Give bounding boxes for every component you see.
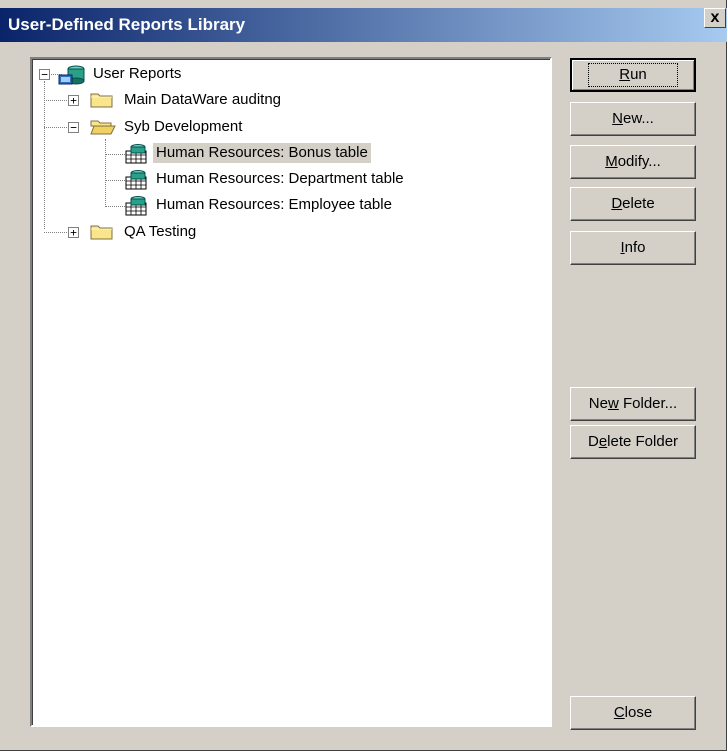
folder-closed-icon — [90, 91, 114, 113]
run-button[interactable]: Run — [570, 58, 696, 92]
tree-label: Syb Development — [124, 118, 243, 135]
delete-folder-button[interactable]: Delete Folder — [570, 425, 696, 459]
close-window-button[interactable]: x — [704, 8, 726, 28]
tree-label: QA Testing — [124, 223, 197, 240]
new-folder-button[interactable]: New Folder... — [570, 387, 696, 421]
delete-button[interactable]: Delete — [570, 187, 696, 221]
title-bar[interactable]: User-Defined Reports Library — [0, 8, 727, 42]
new-button[interactable]: New... — [570, 102, 696, 136]
tree-node-department-table[interactable]: Human Resources: Department table — [32, 169, 482, 190]
tree-label: Human Resources: Employee table — [156, 196, 392, 213]
report-icon — [124, 143, 150, 169]
reports-library-dialog: User-Defined Reports Library x − User Re… — [0, 0, 727, 751]
expand-icon[interactable]: + — [68, 95, 79, 106]
close-icon: x — [710, 9, 720, 26]
tree-label: Human Resources: Bonus table — [153, 143, 371, 163]
report-icon — [124, 169, 150, 195]
expand-icon[interactable]: + — [68, 227, 79, 238]
tree-node-qa-testing[interactable]: + QA Testing — [32, 222, 352, 242]
tree-node-main-dataware[interactable]: + Main DataWare auditng — [32, 90, 352, 110]
close-button[interactable]: Close — [570, 696, 696, 730]
tree-node-user-reports[interactable]: − User Reports — [32, 64, 332, 85]
reports-tree[interactable]: − User Reports + Main DataWare auditng −… — [30, 57, 552, 727]
tree-label: User Reports — [93, 65, 182, 82]
tree-node-bonus-table[interactable]: Human Resources: Bonus table — [32, 143, 452, 164]
info-button[interactable]: Info — [570, 231, 696, 265]
tree-label: Human Resources: Department table — [156, 170, 404, 187]
tree-label: Main DataWare auditng — [124, 91, 282, 108]
collapse-icon[interactable]: − — [39, 69, 50, 80]
folder-open-icon — [90, 118, 116, 140]
modify-button[interactable]: Modify... — [570, 145, 696, 179]
folder-closed-icon — [90, 223, 114, 245]
report-icon — [124, 195, 150, 221]
tree-node-syb-development[interactable]: − Syb Development — [32, 117, 352, 137]
database-icon — [58, 64, 88, 90]
tree-node-employee-table[interactable]: Human Resources: Employee table — [32, 195, 482, 216]
window-title: User-Defined Reports Library — [8, 15, 246, 34]
collapse-icon[interactable]: − — [68, 122, 79, 133]
